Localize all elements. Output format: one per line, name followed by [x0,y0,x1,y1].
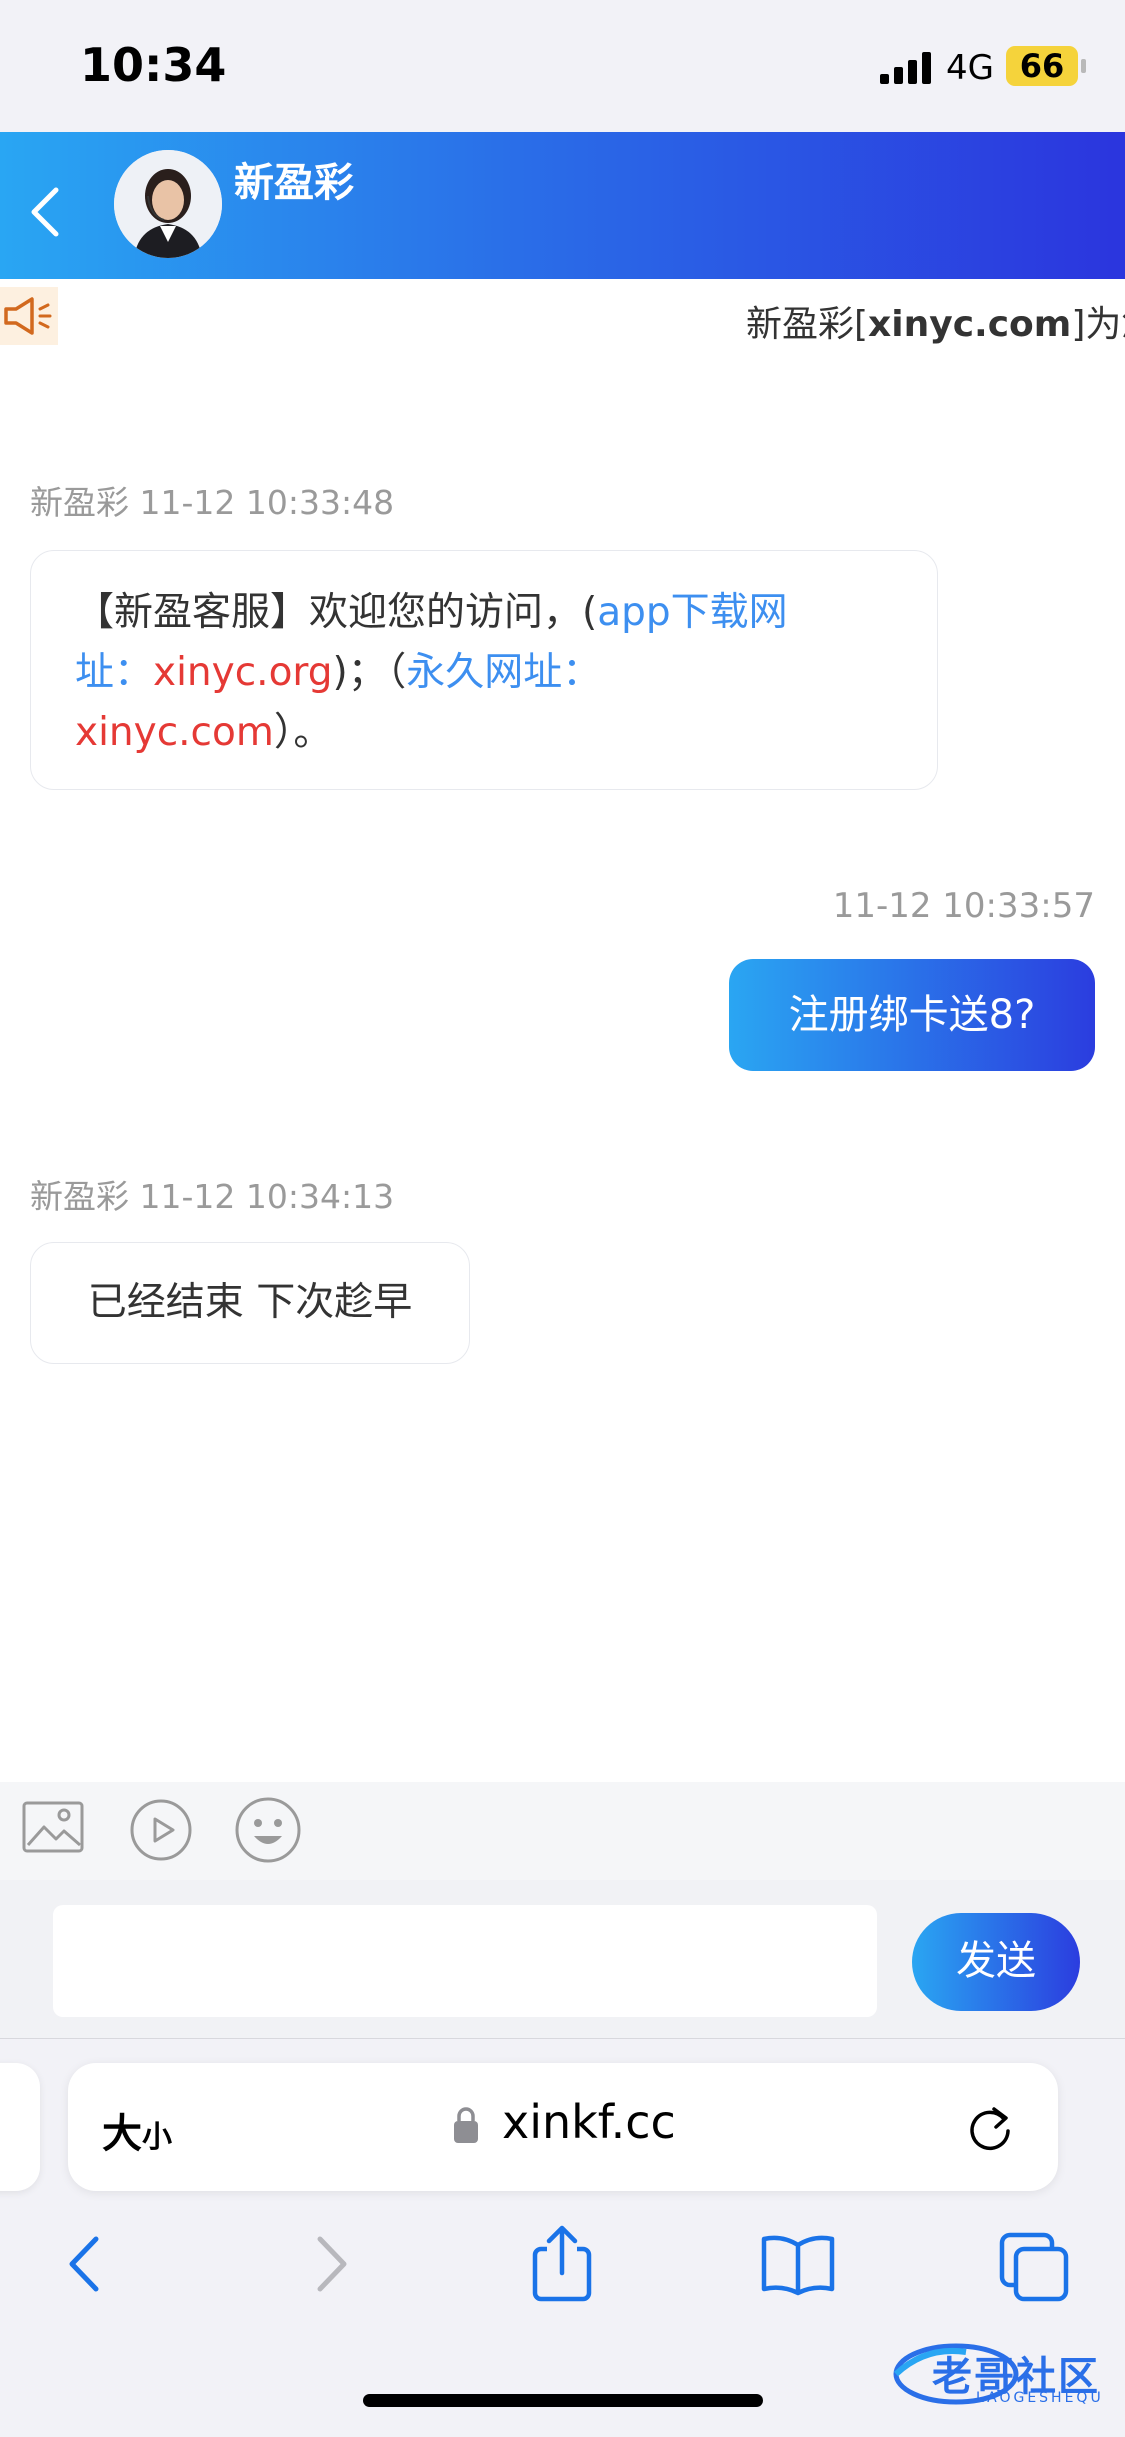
message-text-part: )；（ [332,650,407,695]
lock-icon [454,2107,478,2143]
text-size-small: 小 [142,2120,172,2155]
back-arrow-icon[interactable] [22,182,70,242]
message-text: 【新盈客服】欢迎您的访问，(app下载网址：xinyc.org)；（永久网址： x… [75,583,865,763]
video-icon[interactable] [128,1797,194,1863]
message-bubble-incoming: 【新盈客服】欢迎您的访问，(app下载网址：xinyc.org)；（永久网址： x… [30,550,938,790]
battery-cap [1081,59,1086,73]
message-text: 已经结束 下次趁早 [87,1280,413,1325]
address-bar[interactable]: 大小 xinkf.cc [68,2063,1058,2191]
bookmarks-icon[interactable] [760,2233,836,2297]
notice-prefix: 新盈彩[ [746,304,869,345]
home-indicator[interactable] [363,2394,763,2407]
agent-avatar[interactable] [114,150,222,258]
message-bubble-incoming: 已经结束 下次趁早 [30,1242,470,1364]
battery-icon: 66 [1006,46,1078,86]
watermark-subtext: LAOGESHEQU [976,2390,1104,2406]
notice-suffix: ]为您 [1071,304,1125,345]
status-time: 10:34 [80,38,227,92]
app-download-url[interactable]: xinyc.org [153,650,333,695]
send-button[interactable]: 发送 [912,1913,1080,2011]
agent-portrait-icon [114,150,222,258]
url-text[interactable]: xinkf.cc [502,2095,676,2149]
image-icon[interactable] [22,1799,84,1855]
notice-domain: xinyc.com [868,304,1072,345]
chat-toolbar [0,1782,1125,1881]
text-size-large: 大 [102,2111,142,2157]
status-bar: 10:34 4G 66 [0,0,1125,132]
permanent-url[interactable]: xinyc.com [75,710,274,755]
reload-icon[interactable] [964,2101,1016,2153]
message-input[interactable] [53,1905,877,2017]
permanent-url-link[interactable]: 永久网址： [406,650,601,695]
signal-icon [880,52,931,84]
megaphone-icon [0,287,58,345]
notice-marquee: 新盈彩[xinyc.com]为您 [746,295,1125,347]
text-size-button[interactable]: 大小 [102,2101,172,2159]
chat-title: 新盈彩 [234,160,354,206]
browser-forward-icon[interactable] [294,2229,364,2299]
message-meta: 11-12 10:33:57 [832,886,1095,926]
previous-tab-peek[interactable] [0,2063,40,2191]
chat-header: 新盈彩 [0,132,1125,279]
browser-back-icon[interactable] [52,2229,122,2299]
notice-bar: 新盈彩[xinyc.com]为您 [0,279,1125,359]
composer-bar: 发送 [0,1880,1125,2038]
message-text-part: ）。 [273,710,333,755]
message-meta: 新盈彩 11-12 10:34:13 [30,1177,395,1216]
message-text: 注册绑卡送8? [788,992,1036,1038]
message-bubble-outgoing: 注册绑卡送8? [729,959,1095,1071]
message-text-part: 【新盈客服】欢迎您的访问，( [75,590,598,635]
emoji-icon[interactable] [234,1796,302,1864]
network-type: 4G [946,48,994,88]
message-meta: 新盈彩 11-12 10:33:48 [30,483,395,522]
share-icon[interactable] [527,2223,597,2303]
tabs-icon[interactable] [998,2231,1070,2303]
